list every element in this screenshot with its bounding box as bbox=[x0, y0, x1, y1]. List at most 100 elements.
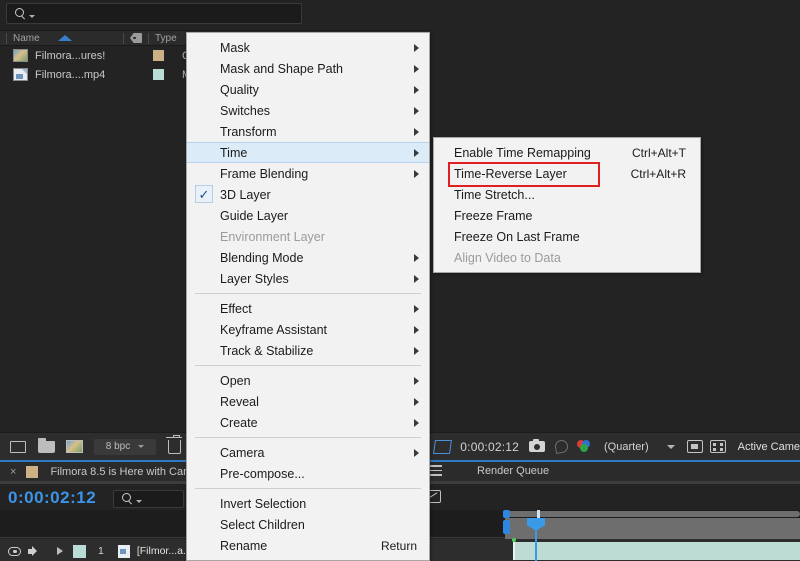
menu-item-invert-selection[interactable]: Invert Selection bbox=[187, 493, 429, 514]
composition-toolbar: 0:00:02:12 (Quarter) Active Came bbox=[396, 433, 800, 460]
camera-view-selector[interactable]: Active Came bbox=[738, 441, 800, 453]
audio-icon[interactable] bbox=[28, 546, 41, 557]
menu-item-environment-layer: Environment Layer bbox=[187, 226, 429, 247]
menu-item-keyframe-assistant[interactable]: Keyframe Assistant bbox=[187, 319, 429, 340]
file-thumbnail-icon bbox=[118, 545, 130, 558]
hamburger-icon[interactable] bbox=[428, 465, 442, 477]
scrollbar-track[interactable] bbox=[505, 511, 800, 517]
file-thumbnail-icon bbox=[13, 68, 28, 81]
menu-item-label: Reveal bbox=[220, 395, 259, 409]
comp-timecode[interactable]: 0:00:02:12 bbox=[460, 440, 519, 454]
snapshot-icon[interactable] bbox=[529, 441, 545, 452]
menu-item-select-children[interactable]: Select Children bbox=[187, 514, 429, 535]
asset-color-swatch bbox=[153, 69, 164, 80]
submenu-arrow-icon bbox=[414, 149, 419, 157]
menu-item-track-and-stabilize[interactable]: Track & Stabilize bbox=[187, 340, 429, 361]
chevron-down-icon[interactable] bbox=[667, 445, 675, 449]
menu-item-mask-and-shape-path[interactable]: Mask and Shape Path bbox=[187, 58, 429, 79]
submenu-arrow-icon bbox=[414, 65, 419, 73]
menu-item-shortcut: Ctrl+Alt+T bbox=[632, 146, 686, 160]
submenu-arrow-icon bbox=[414, 326, 419, 334]
close-icon[interactable]: × bbox=[10, 466, 16, 478]
menu-item-camera[interactable]: Camera bbox=[187, 442, 429, 463]
menu-item-transform[interactable]: Transform bbox=[187, 121, 429, 142]
grid-guides-icon[interactable] bbox=[710, 440, 726, 453]
scrollbar-marker bbox=[537, 510, 540, 518]
new-folder-icon[interactable] bbox=[36, 438, 56, 456]
submenu-arrow-icon bbox=[414, 398, 419, 406]
column-name-label: Name bbox=[13, 33, 40, 44]
current-time-value[interactable]: 0:00:02:12 bbox=[8, 488, 96, 508]
menu-item-label: Freeze On Last Frame bbox=[454, 230, 580, 244]
asset-color-swatch bbox=[153, 50, 164, 61]
chevron-down-icon bbox=[138, 445, 144, 448]
menu-item-pre-compose[interactable]: Pre-compose... bbox=[187, 463, 429, 484]
menu-separator bbox=[195, 365, 421, 366]
timeline-tab-title[interactable]: Filmora 8.5 is Here with Came bbox=[50, 466, 198, 478]
menu-item-label: Camera bbox=[220, 446, 264, 460]
scrollbar-handle-left[interactable] bbox=[503, 510, 510, 518]
menu-item-guide-layer[interactable]: Guide Layer bbox=[187, 205, 429, 226]
transparency-grid-icon[interactable] bbox=[433, 440, 452, 454]
delete-icon[interactable] bbox=[168, 440, 181, 454]
tag-icon bbox=[130, 33, 142, 43]
menu-item-blending-mode[interactable]: Blending Mode bbox=[187, 247, 429, 268]
menu-item-switches[interactable]: Switches bbox=[187, 100, 429, 121]
tab-render-queue[interactable]: Render Queue bbox=[477, 465, 549, 477]
submenu-arrow-icon bbox=[414, 170, 419, 178]
column-name[interactable]: Name bbox=[13, 33, 117, 44]
menu-item-reveal[interactable]: Reveal bbox=[187, 391, 429, 412]
show-snapshot-icon[interactable] bbox=[554, 439, 569, 454]
menu-item-create[interactable]: Create bbox=[187, 412, 429, 433]
menu-item-3d-layer[interactable]: ✓ 3D Layer bbox=[187, 184, 429, 205]
menu-item-mask[interactable]: Mask bbox=[187, 37, 429, 58]
interpret-footage-icon[interactable] bbox=[8, 438, 28, 456]
menu-item-time-reverse-layer[interactable]: Time-Reverse Layer Ctrl+Alt+R bbox=[434, 163, 700, 184]
new-composition-icon[interactable] bbox=[64, 438, 84, 456]
menu-item-time[interactable]: Time bbox=[187, 142, 429, 163]
menu-item-freeze-frame[interactable]: Freeze Frame bbox=[434, 205, 700, 226]
menu-item-open[interactable]: Open bbox=[187, 370, 429, 391]
submenu-arrow-icon bbox=[414, 347, 419, 355]
submenu-arrow-icon bbox=[414, 107, 419, 115]
menu-item-quality[interactable]: Quality bbox=[187, 79, 429, 100]
menu-item-shortcut: Return bbox=[381, 539, 417, 553]
menu-item-label: Mask bbox=[220, 41, 250, 55]
eye-icon[interactable] bbox=[8, 547, 21, 556]
work-area-start-handle[interactable] bbox=[503, 520, 510, 534]
project-search-input[interactable] bbox=[6, 3, 302, 24]
menu-item-label: Frame Blending bbox=[220, 167, 308, 181]
resolution-selector[interactable]: (Quarter) bbox=[604, 441, 649, 453]
submenu-arrow-icon bbox=[414, 377, 419, 385]
menu-item-label: Enable Time Remapping bbox=[454, 146, 591, 160]
menu-item-label: Layer Styles bbox=[220, 272, 289, 286]
timeline-search-input[interactable] bbox=[113, 490, 184, 508]
bit-depth-selector[interactable]: 8 bpc bbox=[94, 439, 156, 455]
divider bbox=[6, 33, 7, 44]
menu-item-freeze-on-last-frame[interactable]: Freeze On Last Frame bbox=[434, 226, 700, 247]
asset-name: Filmora....mp4 bbox=[35, 69, 150, 81]
menu-item-label: Select Children bbox=[220, 518, 305, 532]
submenu-arrow-icon bbox=[414, 275, 419, 283]
menu-item-layer-styles[interactable]: Layer Styles bbox=[187, 268, 429, 289]
after-effects-window: Name Type Filmora...ures! Composi... Fil… bbox=[0, 0, 800, 561]
menu-item-enable-time-remapping[interactable]: Enable Time Remapping Ctrl+Alt+T bbox=[434, 142, 700, 163]
menu-item-label: Keyframe Assistant bbox=[220, 323, 327, 337]
menu-item-effect[interactable]: Effect bbox=[187, 298, 429, 319]
expand-triangle-icon[interactable] bbox=[57, 547, 63, 555]
column-type-label[interactable]: Type bbox=[155, 33, 177, 44]
sort-ascending-icon[interactable] bbox=[58, 35, 72, 41]
divider bbox=[123, 33, 124, 44]
menu-item-frame-blending[interactable]: Frame Blending bbox=[187, 163, 429, 184]
timeline-work-area[interactable] bbox=[505, 518, 800, 539]
channels-icon[interactable] bbox=[577, 440, 592, 453]
menu-item-label: 3D Layer bbox=[220, 188, 271, 202]
menu-item-time-stretch[interactable]: Time Stretch... bbox=[434, 184, 700, 205]
toggle-mask-icon[interactable] bbox=[687, 440, 703, 453]
menu-item-rename[interactable]: Rename Return bbox=[187, 535, 429, 556]
timeline-playhead[interactable] bbox=[535, 518, 537, 561]
menu-item-label: Blending Mode bbox=[220, 251, 303, 265]
layer-color-swatch[interactable] bbox=[73, 545, 86, 558]
layer-clip-bar[interactable] bbox=[513, 542, 800, 560]
bit-depth-label: 8 bpc bbox=[106, 441, 130, 452]
